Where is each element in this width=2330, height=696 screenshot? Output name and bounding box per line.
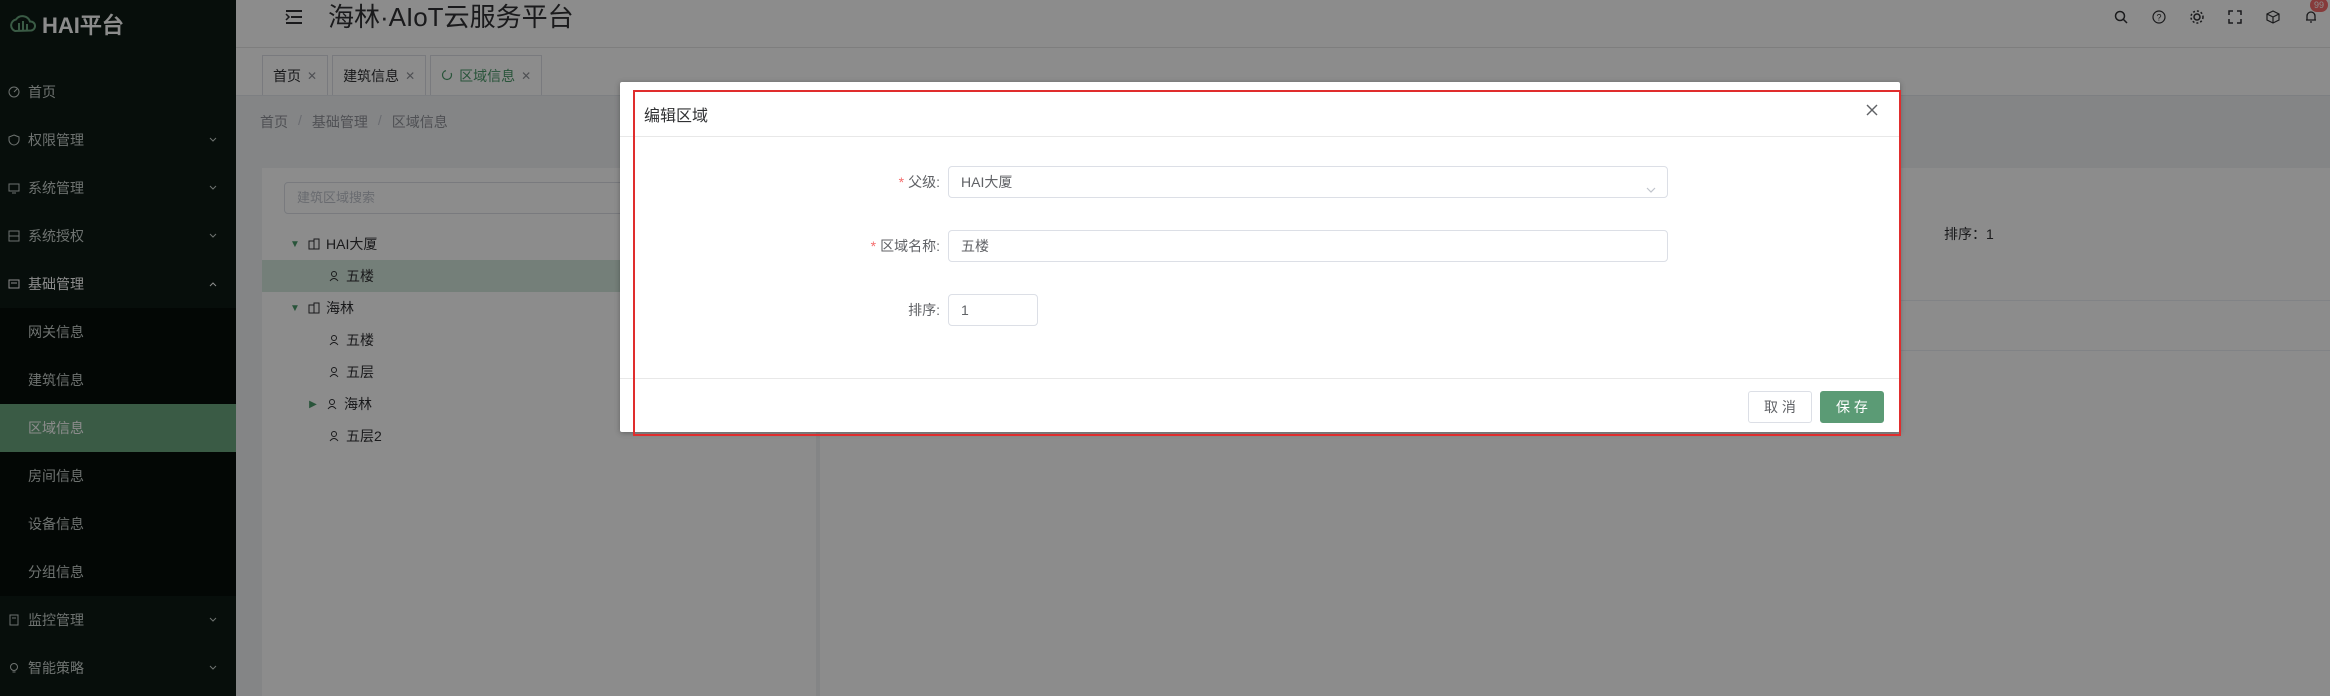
form-row-parent: * 父级: HAI大厦: [620, 166, 1668, 198]
edit-area-dialog: 编辑区域 * 父级: HAI大厦 * 区域名称: 五楼 排序: 1 取 消 保 存: [620, 82, 1900, 432]
required-marker: *: [898, 174, 905, 190]
name-label: 区域名称:: [880, 238, 940, 254]
form-label: 排序:: [620, 300, 948, 320]
form-label: * 父级:: [620, 172, 948, 192]
parent-select-value: HAI大厦: [961, 174, 1013, 190]
form-row-name: * 区域名称: 五楼: [620, 230, 1668, 262]
sort-input[interactable]: 1: [948, 294, 1038, 326]
save-button[interactable]: 保 存: [1820, 391, 1884, 423]
sort-label: 排序:: [908, 302, 940, 318]
parent-select[interactable]: HAI大厦: [948, 166, 1668, 198]
form-row-sort: 排序: 1: [620, 294, 1038, 326]
dialog-title: 编辑区域: [644, 108, 709, 125]
close-icon[interactable]: [1864, 102, 1880, 118]
area-name-input[interactable]: 五楼: [948, 230, 1668, 262]
required-marker: *: [870, 238, 877, 254]
form-label: * 区域名称:: [620, 236, 948, 256]
chevron-down-icon: [1645, 176, 1657, 206]
dialog-header: 编辑区域: [620, 82, 1900, 137]
parent-label: 父级:: [908, 174, 940, 190]
dialog-footer: 取 消 保 存: [620, 378, 1900, 432]
cancel-button[interactable]: 取 消: [1748, 391, 1812, 423]
